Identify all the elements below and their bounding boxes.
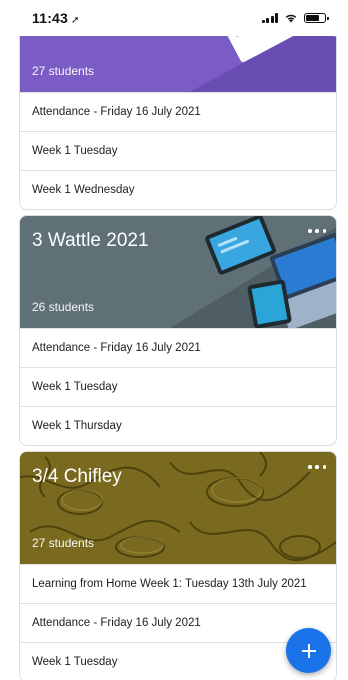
list-item[interactable]: Attendance - Friday 16 July 2021 — [20, 328, 336, 367]
status-icons — [261, 13, 329, 23]
more-options-icon[interactable] — [308, 224, 326, 238]
list-item[interactable]: Week 1 Tuesday — [20, 131, 336, 170]
list-item[interactable]: Attendance - Friday 16 July 2021 — [20, 92, 336, 131]
location-arrow-icon: ➚ — [71, 15, 80, 26]
wifi-icon — [285, 14, 297, 23]
status-time: 11:43 ➚ — [32, 10, 80, 26]
battery-icon — [304, 13, 329, 23]
class-card-header[interactable]: 3 Wattle 2021 26 students — [20, 216, 336, 328]
more-options-icon[interactable] — [308, 460, 326, 474]
cellular-signal-icon — [261, 13, 278, 23]
class-title: 3 Wattle 2021 — [32, 230, 149, 251]
student-count: 27 students — [32, 64, 95, 78]
class-title: 3/4 Chifley — [32, 466, 122, 487]
add-fab-button[interactable] — [286, 628, 331, 673]
student-count: 27 students — [32, 536, 95, 550]
student-count: 26 students — [32, 300, 95, 314]
status-bar: 11:43 ➚ — [0, 0, 348, 36]
class-card[interactable]: 3 Wattle 2021 26 students Attendance - F… — [19, 215, 337, 446]
list-item[interactable]: Week 1 Tuesday — [20, 367, 336, 406]
list-item[interactable]: Attendance - Friday 16 July 2021 — [20, 603, 336, 642]
class-card-header[interactable]: 3/4 Chifley 27 students — [20, 452, 336, 564]
clock-text: 11:43 — [32, 10, 69, 26]
list-item[interactable]: Week 1 Thursday — [20, 406, 336, 445]
list-item[interactable]: Learning from Home Week 1: Tuesday 13th … — [20, 564, 336, 603]
plus-icon — [301, 643, 316, 658]
list-item[interactable]: Week 1 Wednesday — [20, 170, 336, 209]
